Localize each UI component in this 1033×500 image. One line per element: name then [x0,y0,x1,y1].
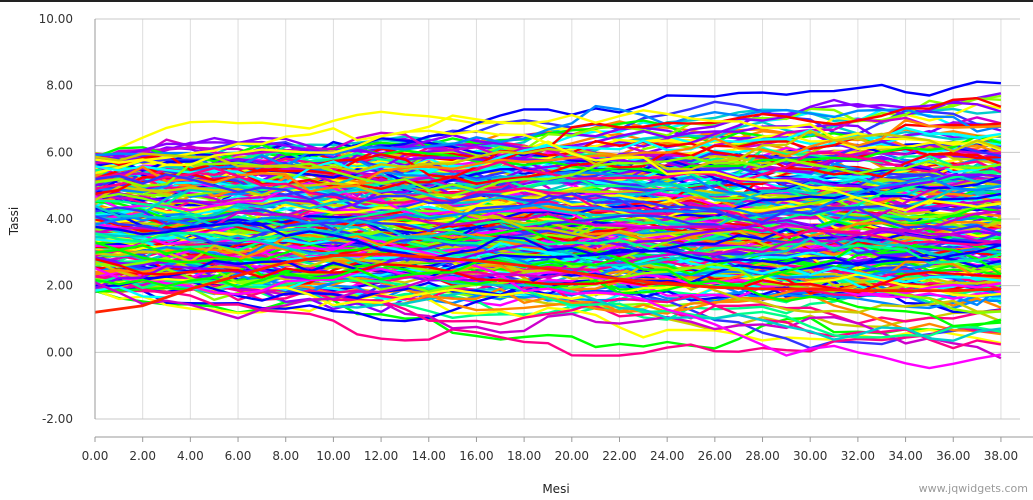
x-tick-label: 36.00 [936,449,970,463]
series-layer [94,80,1002,370]
x-tick-label: 22.00 [602,449,636,463]
x-tick-label: 34.00 [888,449,922,463]
x-tick-label: 20.00 [555,449,589,463]
x-tick-label: 26.00 [698,449,732,463]
y-tick-label: 6.00 [46,145,73,159]
x-tick-label: 4.00 [177,449,204,463]
x-tick-label: 16.00 [459,449,493,463]
x-tick-label: 2.00 [129,449,156,463]
x-tick-label: 24.00 [650,449,684,463]
y-tick-label: -2.00 [42,412,73,426]
watermark-text: www.jqwidgets.com [919,482,1028,495]
line-chart: 0.00 2.00 4.00 6.00 8.00 10.00 12.00 14.00 16.00… [0,2,1033,500]
x-tick-label: 12.00 [364,449,398,463]
y-axis-title: Tassi [7,207,21,237]
chart-svg: 0.00 2.00 4.00 6.00 8.00 10.00 12.00 14.00 16.00… [7,12,1033,496]
x-tick-label: 8.00 [272,449,299,463]
x-tick-label: 14.00 [412,449,446,463]
x-tick-label: 6.00 [225,449,252,463]
x-tick-label: 32.00 [841,449,875,463]
y-tick-label: 10.00 [39,12,73,26]
x-tick-label: 30.00 [793,449,827,463]
y-tick-label: 0.00 [46,345,73,359]
x-axis-title: Mesi [542,482,569,496]
x-tick-label: 0.00 [82,449,109,463]
x-tick-label: 28.00 [745,449,779,463]
x-tick-label: 10.00 [316,449,350,463]
x-tick-label: 38.00 [984,449,1018,463]
y-tick-label: 2.00 [46,279,73,293]
y-tick-label: 8.00 [46,79,73,93]
y-tick-label: 4.00 [46,212,73,226]
x-tick-label: 18.00 [507,449,541,463]
